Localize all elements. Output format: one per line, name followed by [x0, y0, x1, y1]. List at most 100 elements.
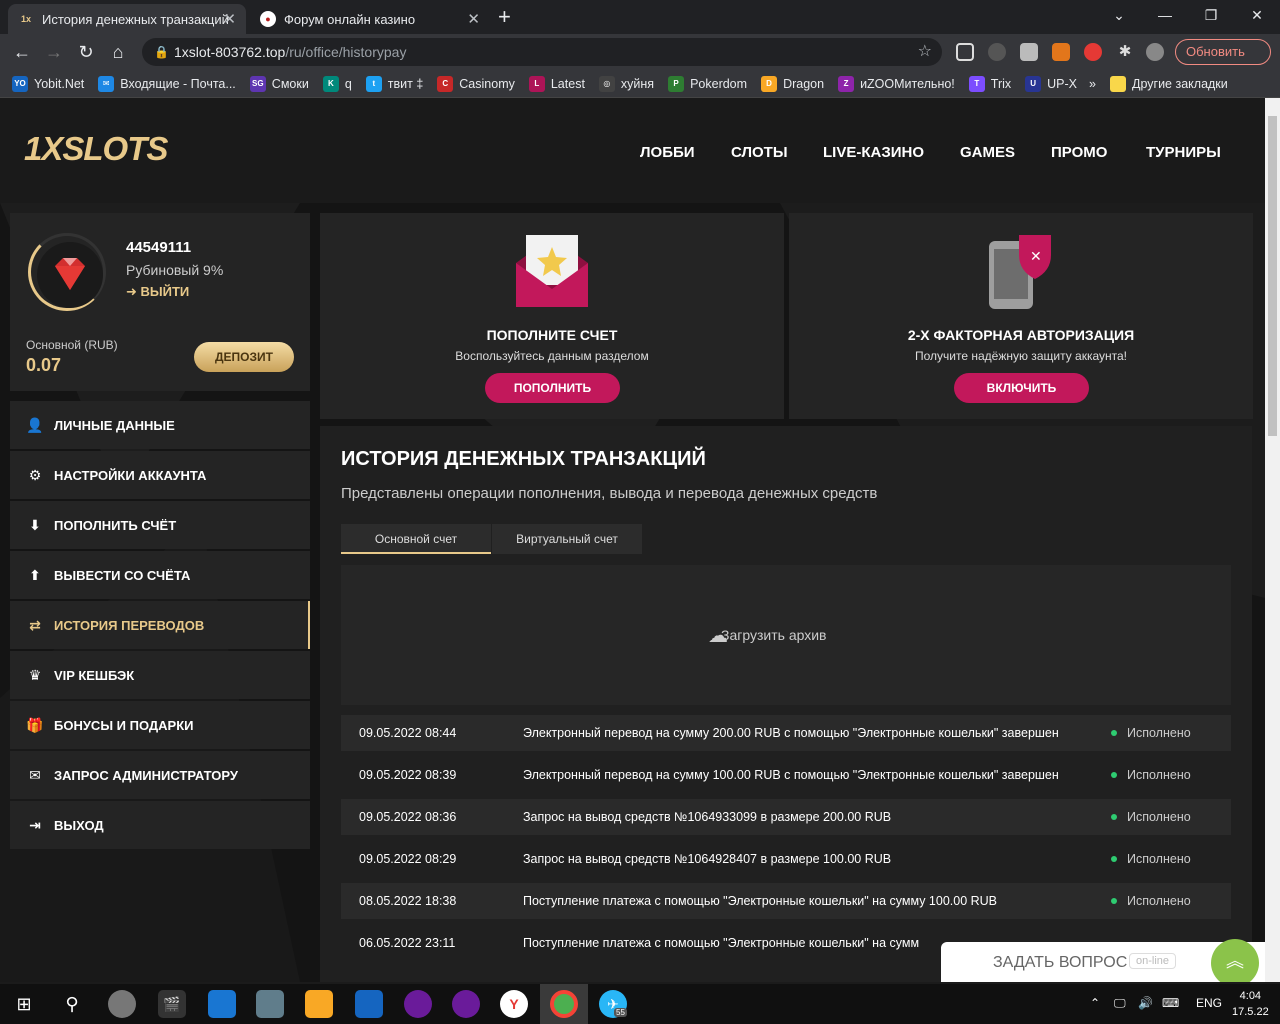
chevrons-up-icon[interactable]: ︽ — [1211, 939, 1259, 982]
system-clock[interactable]: 4:04 17.5.22 — [1232, 988, 1269, 1020]
sidebar-item-user-edit[interactable]: 👤 ЛИЧНЫЕ ДАННЫЕ — [10, 401, 310, 449]
bookmark-item[interactable]: ◎ хуйня — [598, 75, 654, 92]
row-status: Исполнено — [1127, 852, 1191, 866]
file-explorer-icon[interactable] — [305, 990, 333, 1018]
twitter-icon: t — [365, 75, 382, 92]
nav-live-casino[interactable]: LIVE-КАЗИНО — [823, 144, 924, 161]
tab-virtual-account[interactable]: Виртуальный счет — [492, 524, 642, 554]
logout-link[interactable]: ➜ ВЫЙТИ — [126, 284, 189, 300]
puzzle-icon[interactable]: ✱ — [1116, 43, 1134, 61]
bookmark-item[interactable]: P Pokerdom — [668, 75, 747, 92]
other-bookmarks-folder[interactable]: Другие закладки — [1109, 75, 1228, 92]
online-badge: on-line — [1129, 953, 1177, 969]
podcast-app-2-icon[interactable] — [452, 990, 480, 1018]
network-icon[interactable]: 🖵 — [1114, 996, 1126, 1011]
sidebar-item-crown[interactable]: ♛ VIP КЕШБЭК — [10, 651, 310, 699]
page-scrollbar[interactable] — [1265, 98, 1280, 982]
profile-card: 44549111 Рубиновый 9% ➜ ВЫЙТИ Основной (… — [10, 213, 310, 391]
bookmarks-overflow-button[interactable]: » — [1089, 77, 1096, 91]
extension-window-icon[interactable] — [956, 43, 974, 61]
topup-button[interactable]: ПОПОЛНИТЬ — [485, 373, 620, 403]
sidebar-item-envelope[interactable]: ✉ ЗАПРОС АДМИНИСТРАТОРУ — [10, 751, 310, 799]
table-row[interactable]: 09.05.2022 08:29 Запрос на вывод средств … — [341, 841, 1231, 877]
sidebar-item-download[interactable]: ⬇ ПОПОЛНИТЬ СЧЁТ — [10, 501, 310, 549]
row-date: 09.05.2022 08:39 — [359, 768, 457, 782]
maximize-button[interactable]: ❐ — [1188, 0, 1234, 30]
download-archive-link[interactable]: Загрузить архив — [721, 627, 827, 643]
back-arrow-icon[interactable]: ← — [10, 40, 34, 64]
volume-icon[interactable]: 🔊 — [1138, 996, 1153, 1010]
extension-circle-icon[interactable] — [988, 43, 1006, 61]
bookmark-item[interactable]: SG Смоки — [249, 75, 309, 92]
sidebar-item-upload[interactable]: ⬆ ВЫВЕСТИ СО СЧЁТА — [10, 551, 310, 599]
browser-tab-active[interactable]: 1x История денежных транзакций ✕ — [8, 4, 246, 34]
keyboard-icon[interactable]: ⌨ — [1162, 996, 1179, 1010]
nav-promo[interactable]: ПРОМО — [1051, 144, 1107, 161]
bookmark-star-icon[interactable]: ☆ — [918, 38, 932, 66]
control-panel-icon[interactable] — [208, 990, 236, 1018]
site-header: 1XSLOTS ЛОББИ СЛОТЫ LIVE-КАЗИНО GAMES ПР… — [0, 98, 1265, 203]
nav-lobby[interactable]: ЛОББИ — [640, 144, 695, 161]
windows-start-icon[interactable]: ⊞ — [10, 990, 38, 1018]
close-tab-icon[interactable]: ✕ — [223, 10, 236, 28]
disk-app-icon[interactable] — [108, 990, 136, 1018]
extension-square-icon[interactable] — [1020, 43, 1038, 61]
tab-main-account[interactable]: Основной счет — [341, 524, 491, 554]
sidebar-item-gift[interactable]: 🎁 БОНУСЫ И ПОДАРКИ — [10, 701, 310, 749]
bookmark-item[interactable]: t твит ‡ — [365, 75, 424, 92]
minimize-button[interactable]: — — [1142, 0, 1188, 30]
bookmark-item[interactable]: U UP-X — [1025, 75, 1077, 92]
address-bar[interactable]: 🔒 1xslot-803762.top/ru/office/historypay… — [142, 38, 942, 66]
transaction-history-panel: ИСТОРИЯ ДЕНЕЖНЫХ ТРАНЗАКЦИЙ Представлены… — [320, 426, 1252, 982]
casinomy-icon: C — [437, 75, 454, 92]
bookmark-item[interactable]: L Latest — [528, 75, 585, 92]
tray-chevron-icon[interactable]: ⌃ — [1090, 996, 1100, 1010]
bookmark-item[interactable]: ✉ Входящие - Почта... — [98, 75, 236, 92]
profile-avatar[interactable] — [1146, 43, 1164, 61]
nav-tournaments[interactable]: ТУРНИРЫ — [1146, 144, 1221, 161]
nav-games[interactable]: GAMES — [960, 144, 1015, 161]
metamask-fox-icon[interactable] — [1052, 43, 1070, 61]
bookmark-item[interactable]: Kq — [322, 75, 352, 92]
sidebar-item-transfer[interactable]: ⇄ ИСТОРИЯ ПЕРЕВОДОВ — [10, 601, 310, 649]
site-logo[interactable]: 1XSLOTS — [24, 130, 168, 168]
reload-icon[interactable]: ↻ — [74, 40, 98, 64]
close-tab-icon[interactable]: ✕ — [467, 10, 480, 28]
tab-search-icon[interactable]: ⌄ — [1096, 0, 1142, 30]
chrome-icon[interactable] — [550, 990, 578, 1018]
home-icon[interactable]: ⌂ — [106, 40, 130, 64]
bookmark-item[interactable]: ZиZOOМительно! — [838, 75, 955, 92]
app-blue-icon[interactable] — [355, 990, 383, 1018]
deposit-button[interactable]: ДЕПОЗИТ — [194, 342, 294, 372]
nav-slots[interactable]: СЛОТЫ — [731, 144, 788, 161]
ask-question-widget[interactable]: ЗАДАТЬ ВОПРОС on-line ︽ — [941, 939, 1265, 982]
bookmark-item[interactable]: C Casinomy — [437, 75, 515, 92]
table-row[interactable]: 09.05.2022 08:39 Электронный перевод на с… — [341, 757, 1231, 793]
calculator-icon[interactable] — [256, 990, 284, 1018]
table-row[interactable]: 08.05.2022 18:38 Поступление платежа с по… — [341, 883, 1231, 919]
close-window-button[interactable]: ✕ — [1234, 0, 1280, 30]
podcast-app-icon[interactable] — [404, 990, 432, 1018]
bookmark-label: твит ‡ — [387, 76, 424, 91]
bookmark-item[interactable]: T Trix — [968, 75, 1011, 92]
bookmark-item[interactable]: D Dragon — [761, 75, 824, 92]
browser-toolbar: ← → ↻ ⌂ 🔒 1xslot-803762.top/ru/office/hi… — [0, 34, 1280, 70]
scrollbar-thumb[interactable] — [1268, 116, 1277, 436]
video-editor-icon[interactable]: 🎬 — [158, 990, 186, 1018]
extension-red-icon[interactable] — [1084, 43, 1102, 61]
table-row[interactable]: 09.05.2022 08:36 Запрос на вывод средств … — [341, 799, 1231, 835]
search-icon[interactable]: ⚲ — [58, 990, 86, 1018]
table-row[interactable]: 09.05.2022 08:44 Электронный перевод на с… — [341, 715, 1231, 751]
forward-arrow-icon[interactable]: → — [42, 40, 66, 64]
lock-icon[interactable]: 🔒 — [154, 38, 169, 66]
status-dot-icon — [1111, 898, 1117, 904]
update-chrome-button[interactable]: Обновить — [1175, 39, 1271, 65]
yandex-browser-icon[interactable]: Y — [500, 990, 528, 1018]
sidebar-item-exit[interactable]: ⇥ ВЫХОД — [10, 801, 310, 849]
new-tab-button[interactable]: + — [498, 6, 511, 28]
language-indicator[interactable]: ENG — [1196, 996, 1222, 1010]
enable-2fa-button[interactable]: ВКЛЮЧИТЬ — [954, 373, 1089, 403]
bookmark-item[interactable]: YO Yobit.Net — [12, 75, 84, 92]
browser-tab[interactable]: ● Форум онлайн казино ✕ — [250, 4, 490, 34]
sidebar-item-gears[interactable]: ⚙ НАСТРОЙКИ АККАУНТА — [10, 451, 310, 499]
